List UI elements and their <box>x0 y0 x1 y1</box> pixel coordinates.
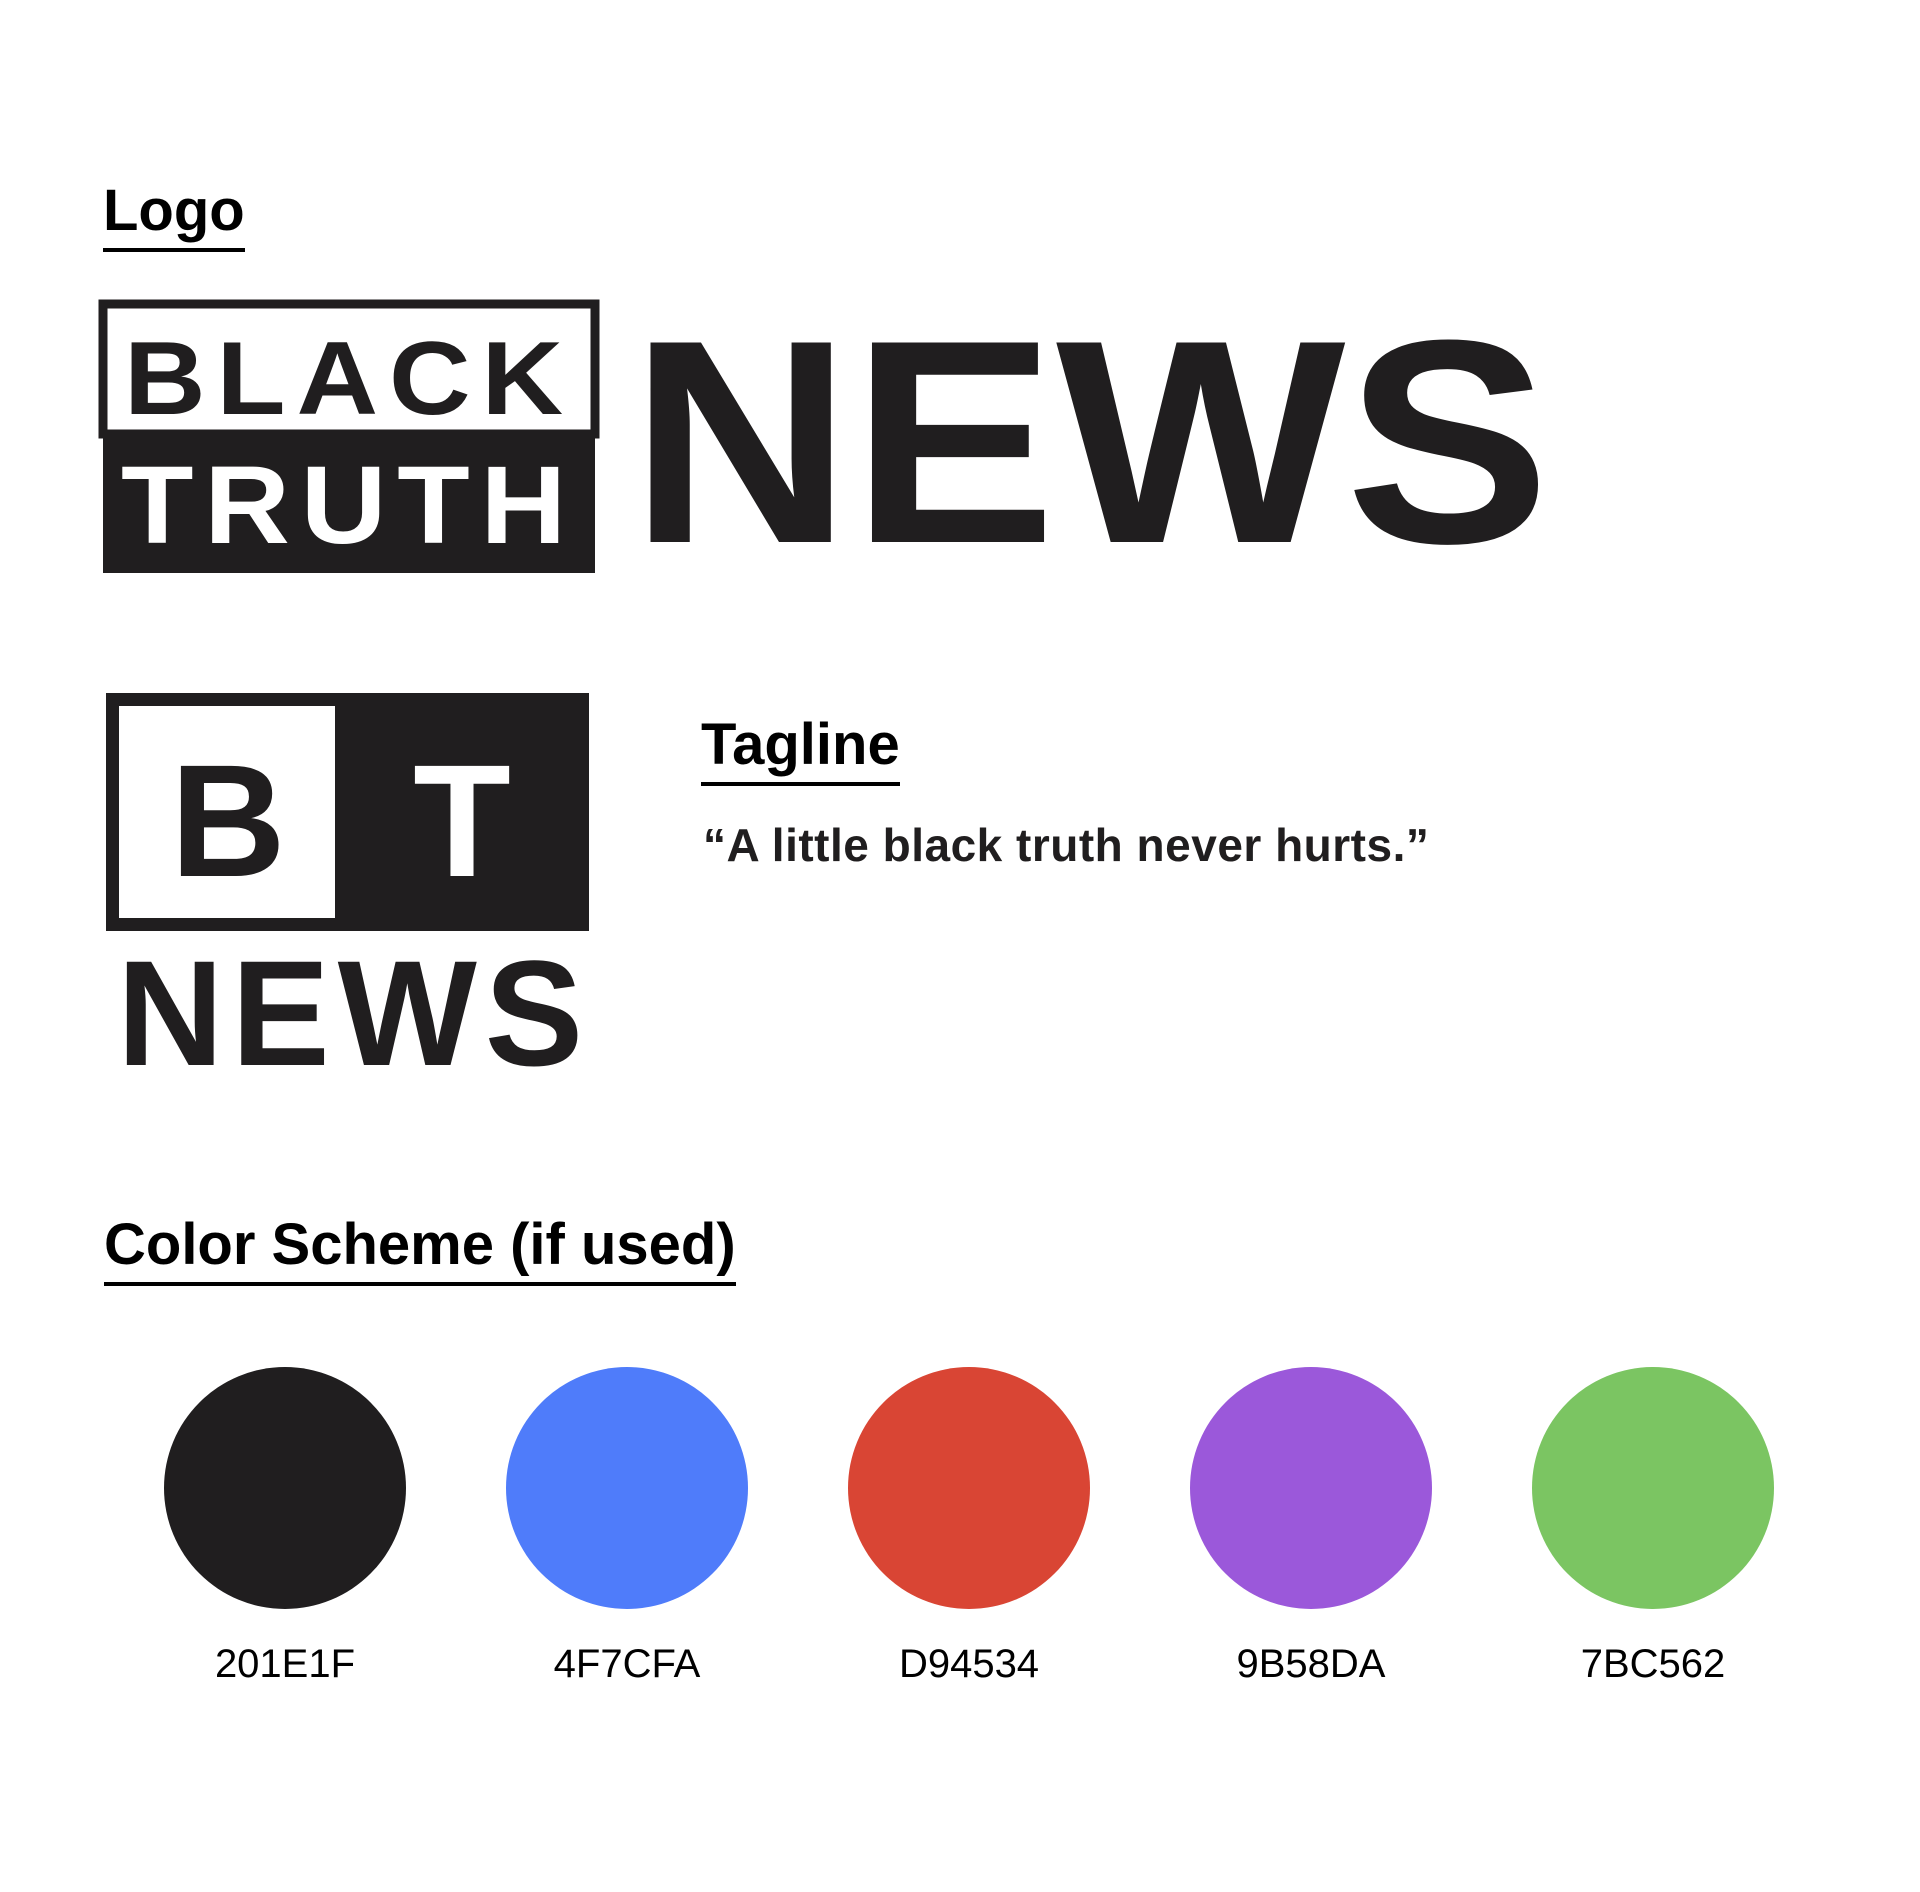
color-swatch-4 <box>1190 1367 1432 1609</box>
tagline-heading-text: Tagline <box>701 712 900 777</box>
secondary-logo-letter-t: T <box>413 731 511 910</box>
secondary-logo: B T NEWS <box>106 693 591 1097</box>
secondary-logo-news-word: NEWS <box>117 929 591 1097</box>
primary-logo-truth-word: TRUTH <box>121 444 577 567</box>
color-swatch-2-label: 4F7CFA <box>553 1642 701 1686</box>
color-swatch-2 <box>506 1367 748 1609</box>
color-swatch-3 <box>848 1367 1090 1609</box>
tagline-quote: “A little black truth never hurts.” <box>703 819 1430 871</box>
primary-logo-black-word: BLACK <box>124 321 574 437</box>
primary-logo-news-word: NEWS <box>630 280 1550 604</box>
color-swatch-1-label: 201E1F <box>214 1642 356 1686</box>
color-swatch-5-label: 7BC562 <box>1580 1642 1726 1686</box>
color-scheme-heading-text: Color Scheme (if used) <box>104 1212 736 1277</box>
tagline-heading-underline <box>701 782 900 786</box>
secondary-logo-letter-b: B <box>170 731 286 910</box>
color-swatch-4-label: 9B58DA <box>1236 1642 1386 1686</box>
color-swatch-1 <box>164 1367 406 1609</box>
tagline-section-heading: Tagline <box>701 716 900 786</box>
color-scheme-section-heading: Color Scheme (if used) <box>104 1216 736 1286</box>
color-swatch-3-label: D94534 <box>898 1642 1040 1686</box>
color-swatch-5 <box>1532 1367 1774 1609</box>
primary-logo: BLACK TRUTH NEWS <box>98 280 1550 604</box>
color-scheme-heading-underline <box>104 1282 736 1286</box>
